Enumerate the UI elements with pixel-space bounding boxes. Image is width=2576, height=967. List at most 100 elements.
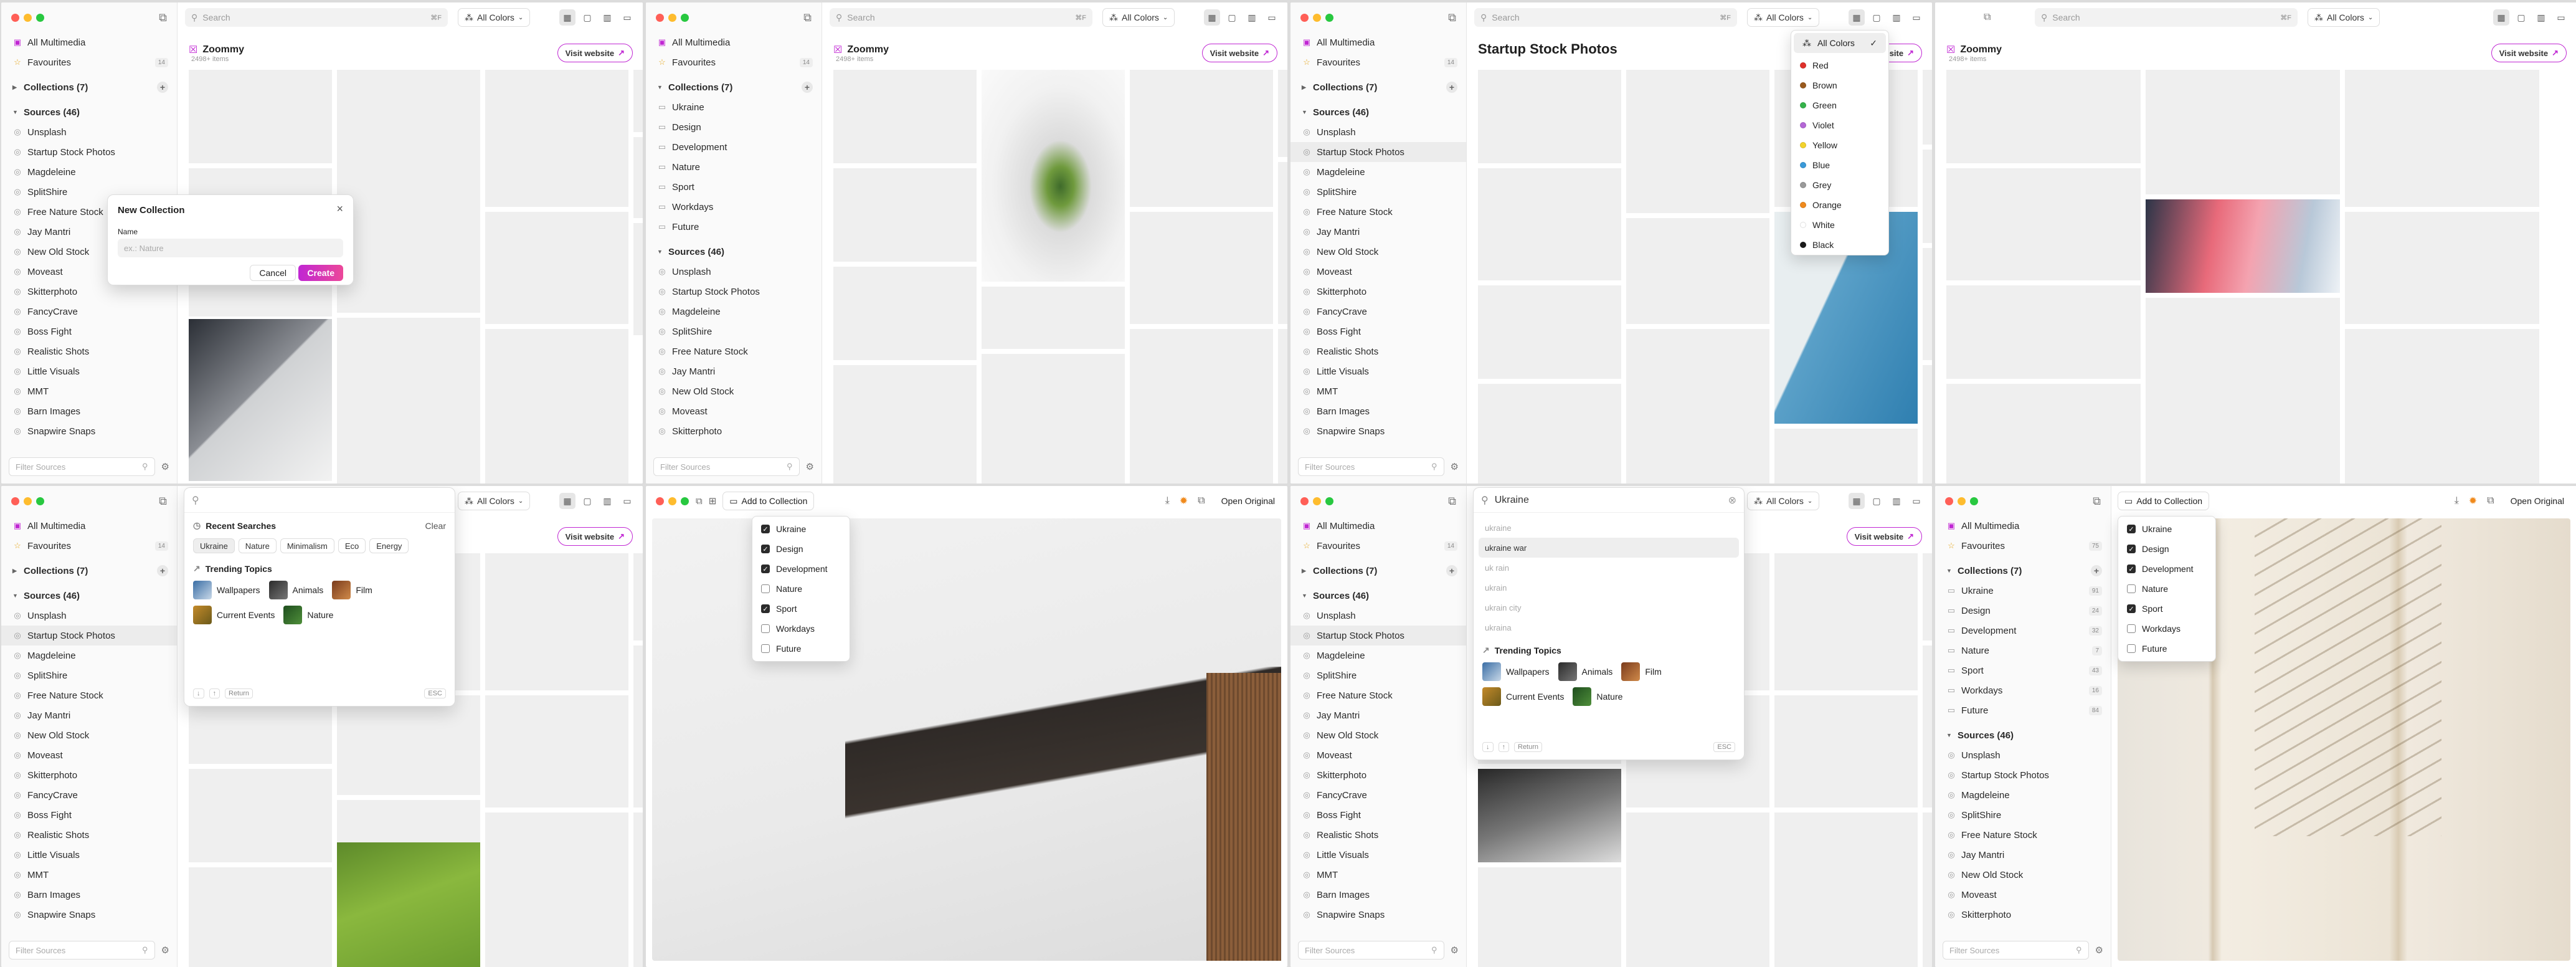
zoom-window-button[interactable] [1970,497,1978,505]
collection-item[interactable]: ▭ Sport 43 [1935,660,2111,680]
collection-item[interactable]: ▭ Nature 7 [1935,641,2111,660]
checkbox[interactable]: ✓ [2127,545,2136,553]
image-tile[interactable] [1946,168,2141,280]
clear-button[interactable]: Clear [425,521,446,531]
download-icon[interactable]: ⤓ [1165,495,1170,507]
settings-icon[interactable]: ⚙ [161,945,169,956]
view-list-button[interactable]: ▭ [2553,9,2569,26]
new-window-icon[interactable]: ⧉ [803,11,812,24]
checkbox[interactable] [2127,644,2136,653]
visit-website-button[interactable]: Visit website↗ [1846,527,1922,546]
filter-sources-input[interactable]: Filter Sources ⚲ [9,457,155,476]
view-single-button[interactable]: ▢ [579,9,595,26]
window-controls[interactable] [1300,497,1333,505]
sources-header[interactable]: ▼ Sources (46) [1290,586,1466,606]
image-tile[interactable] [1923,553,1932,641]
nav-all-multimedia[interactable]: ▣ All Multimedia [1,516,177,536]
image-tile[interactable] [485,70,628,207]
view-columns-button[interactable]: ▥ [1888,493,1905,509]
collections-header[interactable]: ▼ Collections (7) + [1935,561,2111,581]
close-window-button[interactable] [1300,497,1309,505]
view-columns-button[interactable]: ▥ [2533,9,2549,26]
visit-website-button[interactable]: Visit website↗ [2491,44,2567,62]
view-columns-button[interactable]: ▥ [599,493,615,509]
close-window-button[interactable] [11,497,19,505]
search-input[interactable]: ⚲ Search ⌘F [830,8,1092,27]
color-option[interactable]: Red [1791,55,1888,75]
view-columns-button[interactable]: ▥ [1244,9,1260,26]
window-controls[interactable] [1945,497,1978,505]
nav-favourites[interactable]: ☆ Favourites 14 [1290,52,1466,72]
add-to-collection-button[interactable]: ▭ Add to Collection [722,492,815,510]
image-tile[interactable] [833,365,977,484]
image-tile[interactable] [1278,162,1287,324]
recent-search-chip[interactable]: Nature [238,538,277,553]
collection-item[interactable]: ▭ Workdays [646,197,822,217]
color-filter-select[interactable]: ⁂ All Colors ⌄ [458,492,531,510]
copy-icon[interactable]: ⧉ [1198,495,1205,507]
nav-all-multimedia[interactable]: ▣ All Multimedia [1,32,177,52]
recent-search-chip[interactable]: Energy [369,538,409,553]
image-tile[interactable] [1478,168,1621,280]
nav-favourites[interactable]: ☆ Favourites 14 [1290,536,1466,556]
suggestion-item[interactable]: ukraina [1479,617,1739,637]
source-item[interactable]: ◎ Boss Fight [1290,805,1466,825]
collection-option[interactable]: Future [2118,639,2215,659]
color-option[interactable]: Black [1791,235,1888,255]
source-item[interactable]: ◎ SplitShire [646,322,822,341]
cancel-button[interactable]: Cancel [250,265,296,281]
window-controls[interactable] [1300,14,1333,22]
image-tile[interactable] [1946,70,2141,163]
source-item[interactable]: ◎ SplitShire [1290,665,1466,685]
collection-option[interactable]: Workdays [752,619,850,639]
image-tile[interactable] [833,168,977,262]
trending-topic[interactable]: Wallpapers [1482,662,1550,682]
source-item[interactable]: ◎ Startup Stock Photos [1,626,177,645]
source-item[interactable]: ◎ Moveast [646,401,822,421]
source-item[interactable]: ◎ Boss Fight [1290,322,1466,341]
source-item[interactable]: ◎ Jay Mantri [1290,705,1466,725]
new-window-icon[interactable]: ⧉ [159,495,167,508]
trending-topic[interactable]: Nature [1573,687,1622,707]
back-icon[interactable]: ⧉ [696,496,703,507]
checkbox[interactable]: ✓ [2127,564,2136,573]
image-tile[interactable] [1774,812,1918,967]
source-item[interactable]: ◎ Skitterphoto [1290,282,1466,302]
image-tile[interactable] [1774,553,1918,690]
add-collection-icon[interactable]: + [1446,82,1457,93]
photo-tile[interactable] [189,319,332,481]
source-item[interactable]: ◎ Boss Fight [1,322,177,341]
image-tile[interactable] [189,769,332,862]
add-collection-icon[interactable]: + [157,82,168,93]
source-item[interactable]: ◎ Barn Images [1,885,177,905]
nav-all-multimedia[interactable]: ▣ All Multimedia [1290,32,1466,52]
color-option[interactable]: Yellow [1791,135,1888,155]
view-grid-button[interactable]: ▦ [1849,9,1865,26]
image-tile[interactable] [1626,70,1769,213]
minimize-window-button[interactable] [1958,497,1966,505]
image-tile[interactable] [2146,70,2340,194]
visit-website-button[interactable]: Visit website↗ [557,527,633,546]
settings-icon[interactable]: ⚙ [1451,461,1459,472]
close-window-button[interactable] [11,14,19,22]
source-item[interactable]: ◎ Jay Mantri [1290,222,1466,242]
color-filter-select[interactable]: ⁂ All Colors ⌄ [458,8,531,27]
source-item[interactable]: ◎ Snapwire Snaps [1,905,177,925]
color-filter-select[interactable]: ⁂ All Colors ⌄ [1747,8,1820,27]
image-tile[interactable] [2345,70,2539,207]
add-collection-icon[interactable]: + [2091,565,2102,576]
collection-option[interactable]: ✓ Development [752,559,850,579]
sources-header[interactable]: ▼ Sources (46) [1,586,177,606]
image-tile[interactable] [189,70,332,163]
image-tile[interactable] [1946,384,2141,484]
photo-tile[interactable] [337,842,480,967]
new-window-icon[interactable]: ⧉ [1448,11,1456,24]
view-grid-button[interactable]: ▦ [1204,9,1220,26]
zoom-window-button[interactable] [36,14,44,22]
visit-website-button[interactable]: Visit website↗ [557,44,633,62]
minimize-window-button[interactable] [24,14,32,22]
collection-item[interactable]: ▭ Nature [646,157,822,177]
collection-item[interactable]: ▭ Development [646,137,822,157]
new-window-icon[interactable]: ⧉ [2093,495,2101,508]
image-tile[interactable] [1626,329,1769,484]
